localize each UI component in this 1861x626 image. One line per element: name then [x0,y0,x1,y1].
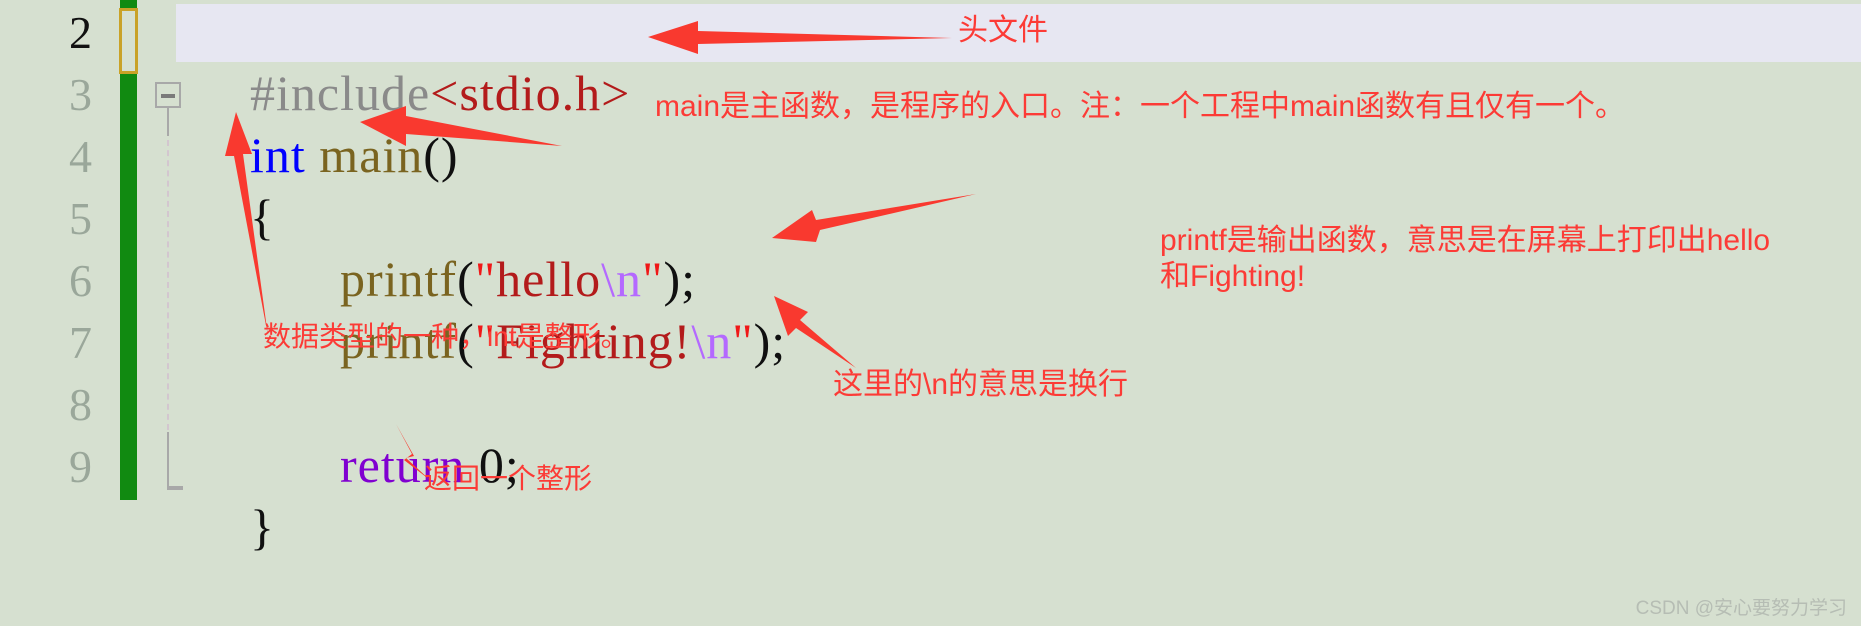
change-bar-top [120,0,137,8]
fold-connector-dashed [167,140,169,430]
code-fold-toggle[interactable] [155,82,181,108]
arrow-int-type [225,112,268,336]
annotation-main-function: main是主函数，是程序的入口。注：一个工程中main函数有且仅有一个。 [655,90,1626,123]
line-number-4: 4 [69,131,92,182]
escape-newline-2: \n [691,313,733,369]
annotation-header-file: 头文件 [958,14,1048,47]
arrow-printf [772,194,976,242]
fold-connector-top [167,108,169,136]
line-number-3: 3 [69,69,92,120]
annotation-printf-line1: printf是输出函数，意思是在屏幕上打印出hello [1160,224,1771,257]
csdn-watermark: CSDN @安心要努力学习 [1635,598,1847,619]
close-brace: } [250,499,275,555]
line-number-6: 6 [69,255,92,306]
annotation-return-int: 返回一个整形 [424,463,593,494]
fold-connector-end [167,486,183,490]
line-number-2: 2 [69,7,92,58]
fold-connector-bottom [167,432,169,490]
annotation-newline: 这里的\n的意思是换行 [833,368,1129,401]
arrow-newline [774,296,856,368]
line-number-8: 8 [69,379,92,430]
line-number-9: 9 [69,441,92,492]
annotation-printf-line2: 和Fighting! [1160,260,1306,293]
annotation-int-type: 数据类型的一种，int是整形。 [263,321,629,352]
quote-close-2: " [732,313,754,369]
line-number-7: 7 [69,317,92,368]
change-bar-main [120,74,137,500]
unsaved-change-marker [119,8,138,74]
arrow-header-file [648,21,952,54]
space-3 [306,127,320,183]
arrow-main-function [360,106,562,146]
line-number-5: 5 [69,193,92,244]
code-line-9[interactable]: } [196,434,275,620]
line-number-gutter: 2 3 4 5 6 7 8 9 [0,0,110,626]
code-editor-screenshot: 2 3 4 5 6 7 8 9 #include<stdio.h> int ma… [0,0,1861,626]
